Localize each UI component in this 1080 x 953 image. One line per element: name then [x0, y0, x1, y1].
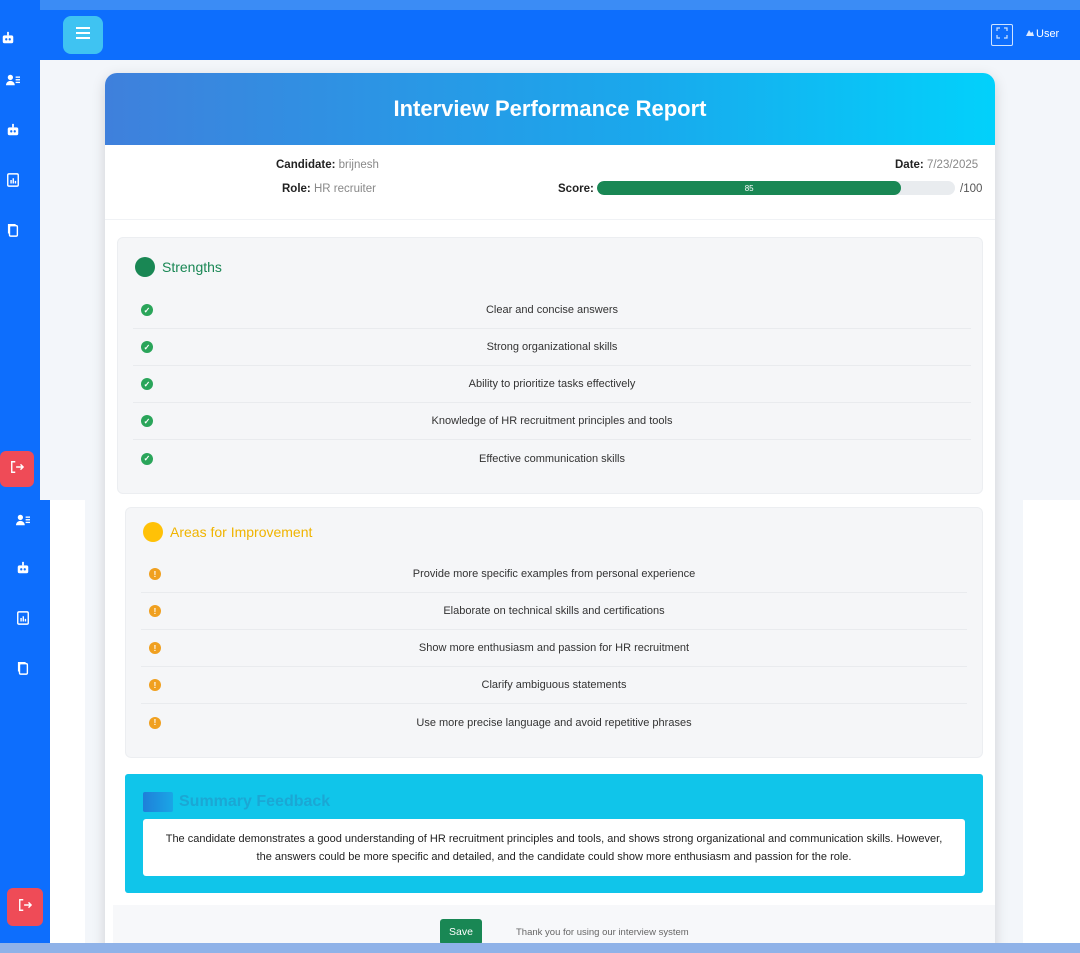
exclamation-icon: !: [149, 642, 161, 654]
topbar: User: [40, 10, 1080, 60]
summary-title: Summary Feedback: [179, 793, 331, 810]
summary-text: The candidate demonstrates a good unders…: [165, 832, 943, 863]
fullscreen-button[interactable]: [991, 24, 1013, 46]
logout-button[interactable]: [0, 451, 34, 487]
summary-box: The candidate demonstrates a good unders…: [143, 819, 965, 876]
strengths-title: Strengths: [162, 259, 222, 275]
score-max: /100: [960, 183, 983, 195]
top-strip: [0, 0, 1080, 10]
check-shield-icon: ✓: [141, 415, 153, 427]
date-label: Date:: [895, 159, 924, 171]
list-item-text: Clear and concise answers: [485, 304, 619, 316]
robot-icon[interactable]: [3, 120, 23, 140]
robot-icon[interactable]: [0, 28, 18, 48]
exclamation-icon: !: [149, 679, 161, 691]
improvements-title: Areas for Improvement: [170, 524, 313, 540]
score-progress-fill: 85: [597, 181, 902, 195]
list-item-text: Elaborate on technical skills and certif…: [443, 605, 665, 617]
list-item-text: Use more precise language and avoid repe…: [416, 716, 692, 729]
copy-icon[interactable]: [3, 220, 23, 240]
improvements-header: Areas for Improvement: [143, 522, 312, 542]
score-label: Score:: [558, 183, 594, 195]
role-info: Role: HR recruiter: [282, 183, 376, 195]
strengths-card: Strengths ✓ Clear and concise answers ✓ Str…: [117, 237, 983, 494]
score-progress-bar: 85: [597, 181, 955, 195]
report-icon[interactable]: [13, 608, 33, 628]
summary-card: Summary Feedback The candidate demonstra…: [125, 774, 983, 893]
check-shield-icon: ✓: [141, 304, 153, 316]
role-value: HR recruiter: [313, 183, 376, 195]
candidate-info: Candidate: brijnesh: [276, 159, 379, 171]
exclamation-icon: !: [149, 568, 161, 580]
list-item: ✓ Clear and concise answers: [133, 292, 971, 329]
improvements-dot-icon: [143, 522, 163, 542]
user-avatar-icon: [1025, 27, 1035, 40]
list-item-text: Effective communication skills: [479, 452, 625, 465]
user-label: User: [1036, 27, 1060, 40]
score-label-wrap: Score:: [558, 183, 594, 195]
list-item: ! Use more precise language and avoid rep…: [141, 704, 967, 741]
list-item: ✓ Ability to prioritize tasks effectively: [133, 366, 971, 403]
check-shield-icon: ✓: [141, 378, 153, 390]
list-item: ! Elaborate on technical skills and certi…: [141, 593, 967, 630]
list-item-text: Strong organizational skills: [486, 341, 618, 353]
list-item-text: Show more enthusiasm and passion for HR …: [418, 642, 690, 654]
sidebar-lower: [0, 500, 50, 945]
save-button[interactable]: Save: [440, 919, 482, 945]
candidate-name: brijnesh: [338, 159, 379, 171]
candidate-label: Candidate:: [276, 159, 336, 171]
check-shield-icon: ✓: [141, 452, 153, 465]
list-item-text: Provide more specific examples from pers…: [412, 568, 696, 580]
list-item: ✓ Effective communication skills: [133, 440, 971, 477]
bottom-strip: [0, 943, 1080, 953]
copy-icon[interactable]: [13, 658, 33, 678]
summary-header: Summary Feedback: [143, 792, 330, 812]
date-value: 7/23/2025: [926, 159, 979, 171]
logout-icon: [10, 460, 25, 479]
exclamation-icon: !: [149, 605, 161, 617]
report-icon[interactable]: [3, 170, 23, 190]
report-footer: Save Thank you for using our interview s…: [113, 905, 995, 945]
summary-icon: [143, 792, 173, 812]
strengths-dot-icon: [135, 257, 155, 277]
exclamation-icon: !: [149, 716, 161, 729]
menu-button[interactable]: [63, 16, 103, 54]
date-info: Date: 7/23/2025: [895, 159, 978, 171]
logout-icon: [18, 898, 33, 917]
improvements-card: Areas for Improvement ! Provide more spec…: [125, 507, 983, 758]
thanks-text: Thank you for using our interview system: [516, 927, 689, 938]
expand-icon: [996, 26, 1008, 44]
report-title: Interview Performance Report: [393, 96, 707, 121]
robot-icon[interactable]: [13, 558, 33, 578]
check-shield-icon: ✓: [141, 341, 153, 353]
sidebar: [0, 0, 40, 510]
list-item: ! Show more enthusiasm and passion for HR…: [141, 630, 967, 667]
user-list-icon[interactable]: [13, 510, 33, 530]
list-item-text: Clarify ambiguous statements: [481, 679, 627, 691]
report-header: Interview Performance Report: [105, 73, 995, 145]
role-label: Role:: [282, 183, 311, 195]
list-item: ! Provide more specific examples from per…: [141, 556, 967, 593]
list-item: ✓ Strong organizational skills: [133, 329, 971, 366]
hamburger-icon: [76, 26, 90, 44]
logout-button[interactable]: [7, 888, 43, 926]
user-list-icon[interactable]: [3, 70, 23, 90]
list-item: ✓ Knowledge of HR recruitment principles …: [133, 403, 971, 440]
list-item-text: Ability to prioritize tasks effectively: [468, 378, 636, 390]
user-menu[interactable]: User: [1025, 27, 1059, 40]
strengths-header: Strengths: [135, 257, 222, 277]
list-item-text: Knowledge of HR recruitment principles a…: [431, 415, 673, 427]
list-item: ! Clarify ambiguous statements: [141, 667, 967, 704]
